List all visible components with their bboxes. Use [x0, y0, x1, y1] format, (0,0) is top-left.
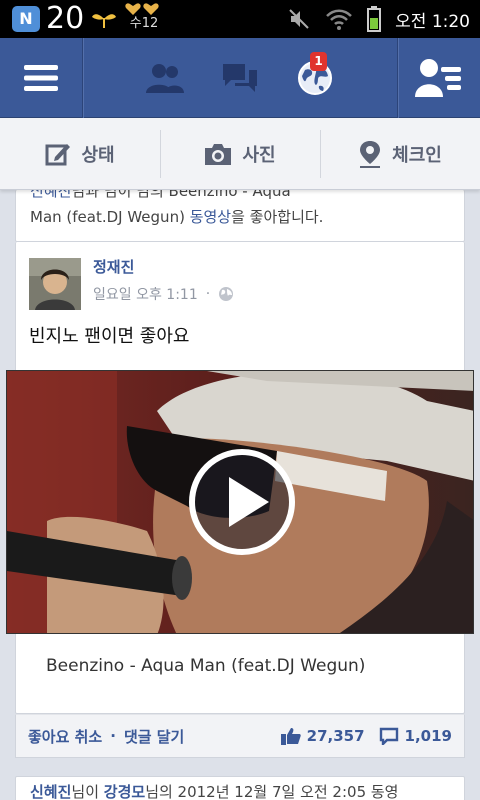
status-button[interactable]: 상태 — [0, 118, 160, 190]
heart-icon — [125, 3, 159, 16]
comments-count: 1,019 — [404, 727, 452, 745]
wifi-icon — [326, 9, 353, 30]
photo-button[interactable]: 사진 — [160, 118, 320, 190]
post-meta: 일요일 오후 1:11 · — [93, 284, 234, 304]
globe-privacy-icon — [219, 287, 234, 301]
menu-button[interactable] — [0, 38, 82, 118]
unlike-button[interactable]: 좋아요 취소 — [28, 726, 102, 747]
location-pin-icon — [360, 141, 381, 168]
friends-list-button[interactable] — [398, 38, 480, 118]
hamburger-icon — [24, 65, 58, 91]
app-notification-icon: N — [12, 6, 40, 32]
friends-icon — [146, 64, 184, 93]
camera-icon — [205, 144, 232, 165]
likes-stat[interactable]: 27,357 — [280, 727, 365, 745]
story-target-link[interactable]: 강경모 — [104, 783, 145, 800]
comment-icon — [379, 727, 398, 745]
weather-label: 수12 — [129, 16, 159, 31]
status-label: 상태 — [81, 145, 115, 166]
status-bar: N 20 수12 오전 1:20 — [0, 0, 480, 38]
video-title[interactable]: Beenzino - Aqua Man (feat.DJ Wegun) — [46, 656, 365, 676]
activity-story-next-text: 신혜진님이 강경모님의 2012년 12월 7일 오전 2:05 동영 — [30, 779, 460, 800]
comment-button[interactable]: 댓글 달기 — [124, 726, 184, 747]
clock: 오전 1:20 — [395, 11, 470, 32]
play-icon[interactable] — [187, 447, 297, 557]
checkin-label: 체크인 — [392, 145, 442, 166]
thumbs-up-icon — [280, 728, 301, 745]
activity-story-next: 신혜진님이 강경모님의 2012년 12월 7일 오전 2:05 동영 — [15, 776, 465, 800]
weather-widget: 수12 — [124, 2, 164, 36]
video-link[interactable]: 동영상 — [190, 208, 231, 226]
sprout-icon — [92, 14, 116, 28]
post-time[interactable]: 일요일 오후 1:11 — [93, 284, 198, 304]
activity-story: 신혜진님과 님이 님의 Beenzino - Aqua Man (feat.DJ… — [15, 182, 465, 242]
notification-count: 20 — [46, 1, 85, 36]
notifications-button[interactable]: 1 — [280, 38, 350, 118]
story-text-part: 님이 — [71, 783, 104, 800]
story-actor-link[interactable]: 신혜진 — [30, 783, 71, 800]
messages-button[interactable] — [205, 38, 275, 118]
edit-icon — [45, 144, 71, 166]
publisher-bar: 상태 사진 체크인 — [0, 118, 480, 190]
app-nav-bar: 1 — [0, 38, 480, 118]
photo-label: 사진 — [242, 145, 276, 166]
story-text-part: 을 좋아합니다. — [231, 208, 324, 226]
action-separator: · — [110, 727, 116, 745]
story-text-part: Man (feat.DJ Wegun) — [30, 208, 190, 226]
notification-badge: 1 — [310, 52, 327, 71]
mute-icon — [289, 9, 309, 29]
story-text-part: 님의 2012년 12월 7일 오전 2:05 동영 — [145, 783, 399, 800]
meta-separator: · — [205, 286, 211, 302]
chat-icon — [223, 64, 257, 92]
contacts-icon — [415, 59, 461, 97]
feed-post: 정재진 일요일 오후 1:11 · 빈지노 팬이면 좋아요 Beenzino -… — [6, 242, 474, 714]
post-action-bar: 좋아요 취소 · 댓글 달기 27,357 1,019 — [15, 714, 465, 758]
avatar[interactable] — [29, 258, 81, 310]
video-thumbnail[interactable] — [6, 370, 474, 634]
friend-requests-button[interactable] — [130, 38, 200, 118]
post-text: 빈지노 팬이면 좋아요 — [29, 326, 190, 347]
avatar-image — [29, 258, 81, 310]
post-author[interactable]: 정재진 — [93, 256, 134, 277]
likes-count: 27,357 — [306, 727, 365, 745]
comments-stat[interactable]: 1,019 — [379, 727, 452, 745]
battery-icon — [367, 6, 382, 32]
checkin-button[interactable]: 체크인 — [320, 118, 480, 190]
